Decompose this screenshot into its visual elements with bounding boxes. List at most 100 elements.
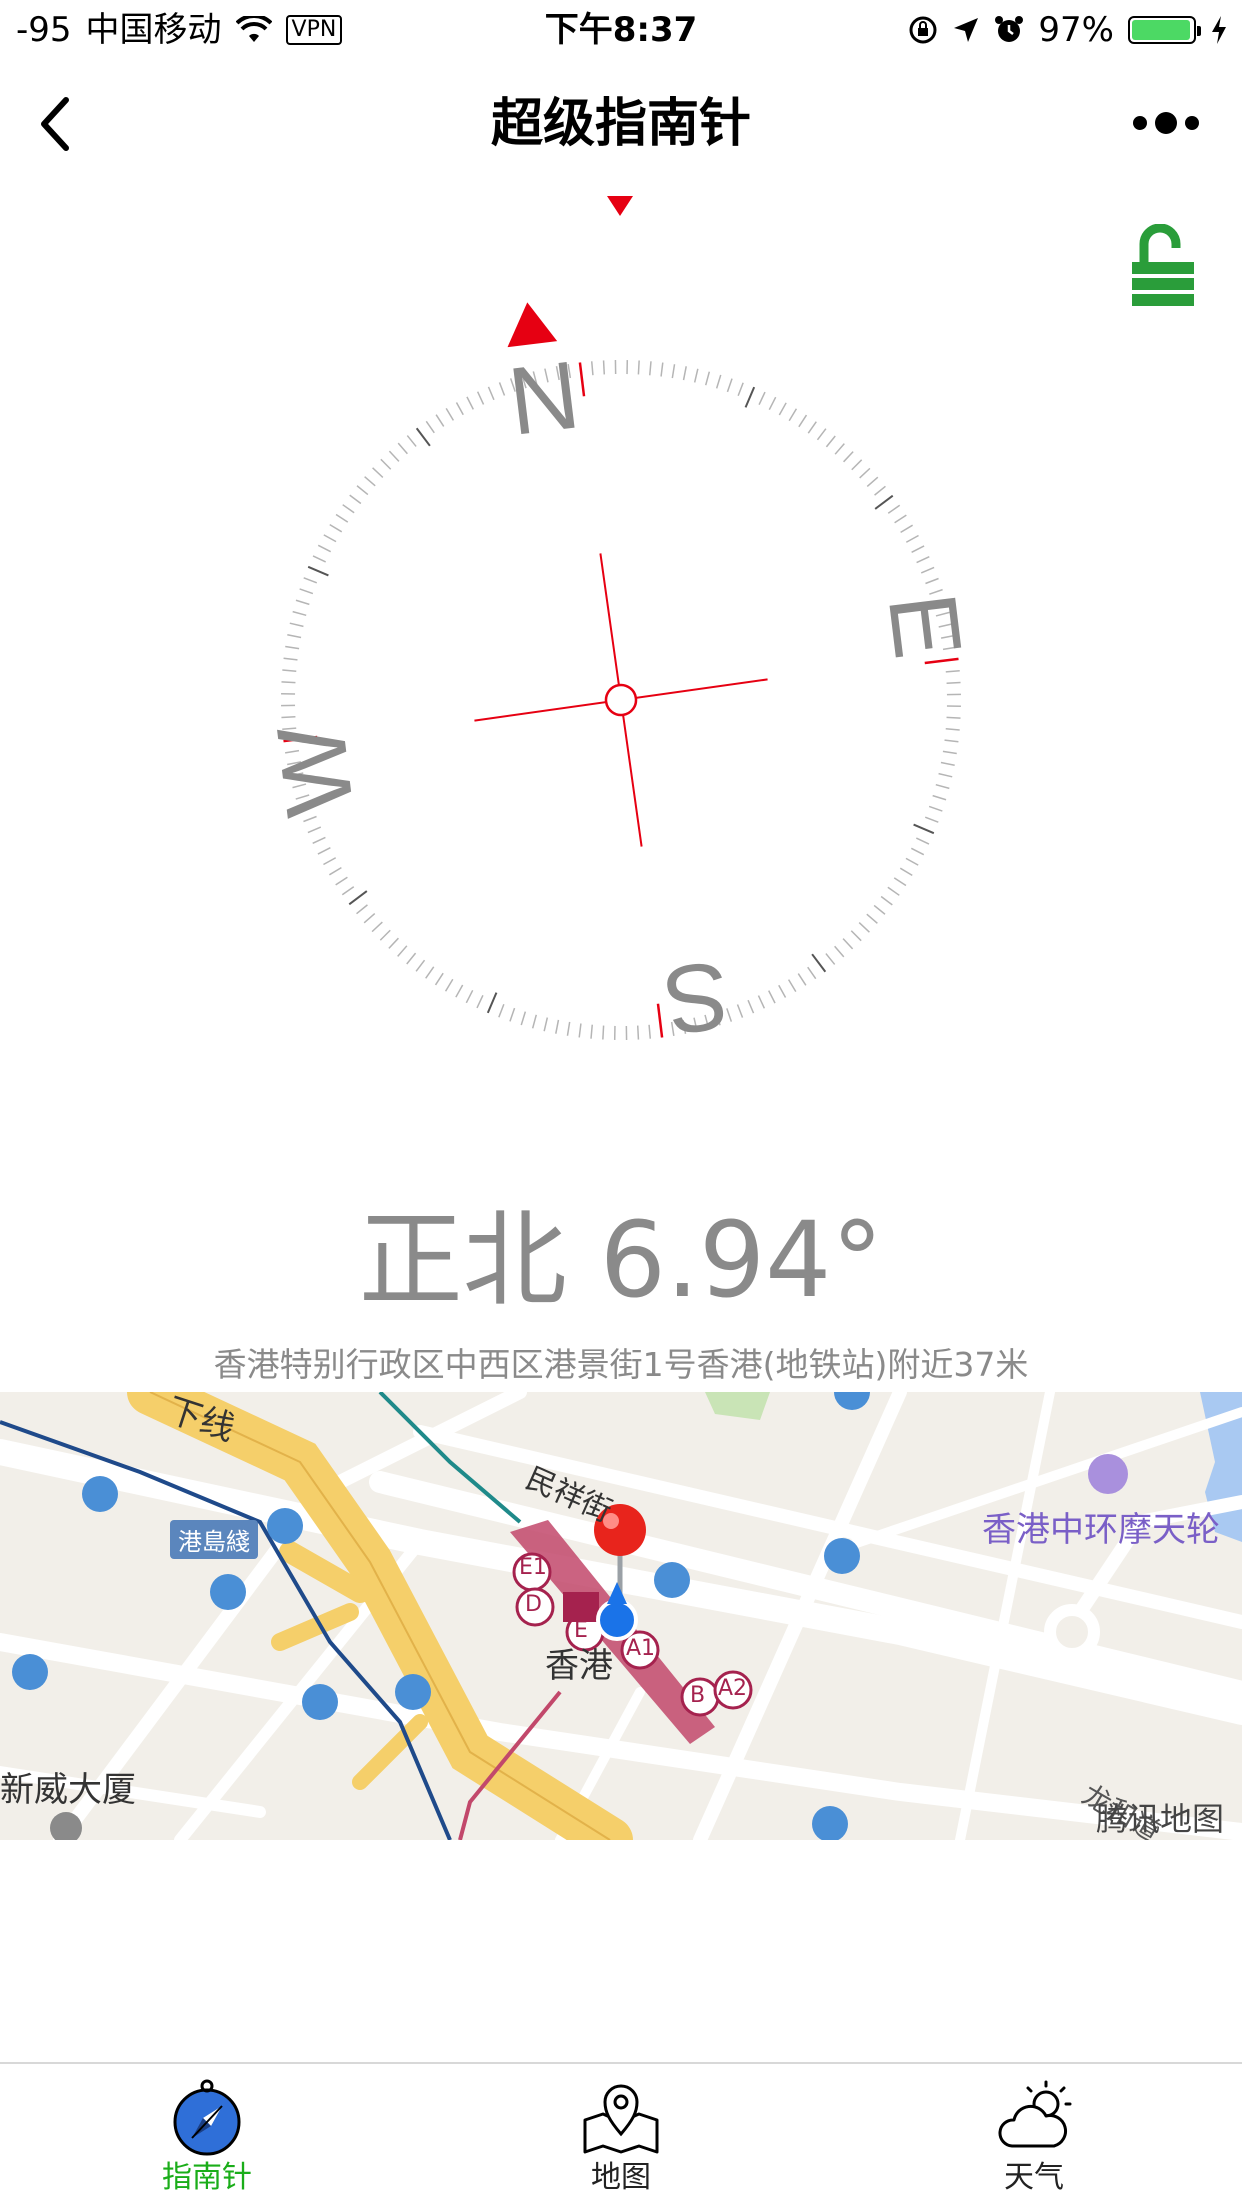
alarm-icon	[995, 16, 1024, 42]
minor-tick	[816, 428, 827, 441]
minor-tick	[798, 414, 808, 428]
minor-tick	[924, 816, 939, 823]
status-right: 97%	[908, 0, 1228, 60]
minor-tick	[737, 382, 744, 397]
minor-tick	[476, 994, 484, 1009]
weather-icon	[998, 2080, 1072, 2148]
minor-tick	[945, 669, 960, 673]
minor-tick	[415, 959, 426, 972]
minor-tick	[371, 921, 383, 933]
minor-tick	[916, 555, 930, 564]
minor-tick	[317, 544, 332, 553]
minor-tick	[842, 938, 854, 950]
map-label-poi: 香港中环摩天轮	[982, 1510, 1220, 1550]
minor-tick	[281, 692, 296, 695]
minor-tick	[435, 414, 445, 427]
minor-tick	[747, 999, 755, 1014]
minor-tick	[946, 716, 961, 719]
minor-tick	[911, 545, 925, 553]
major-tick	[348, 890, 368, 906]
minor-tick	[866, 476, 879, 487]
map-label-station: 香港	[545, 1646, 613, 1686]
minor-tick	[406, 435, 417, 447]
compass-area: N E S W	[0, 190, 1242, 1210]
map-exit-d: D	[525, 1592, 542, 1617]
minor-tick	[520, 1011, 527, 1026]
minor-tick	[636, 1025, 640, 1040]
major-tick	[744, 386, 756, 408]
nav-bar: 超级指南针	[0, 60, 1242, 188]
tab-weather[interactable]: 天气	[904, 2064, 1164, 2210]
minor-tick	[649, 361, 652, 376]
minor-tick	[807, 966, 817, 980]
orientation-lock-icon	[909, 16, 937, 44]
minor-tick	[531, 1014, 538, 1029]
minor-tick	[942, 750, 957, 755]
minor-tick	[850, 930, 862, 942]
map-canvas[interactable]	[0, 1392, 1242, 1840]
minor-tick	[498, 382, 506, 396]
more-dots-icon[interactable]	[1130, 110, 1202, 136]
minor-tick	[341, 886, 355, 896]
minor-tick	[335, 876, 348, 886]
minor-tick	[509, 1007, 516, 1022]
minor-tick	[946, 693, 961, 696]
minor-tick	[758, 391, 766, 406]
tab-compass[interactable]: 指南针	[77, 2064, 337, 2210]
battery-icon	[1128, 16, 1201, 44]
minor-tick	[859, 467, 871, 479]
minor-tick	[578, 1023, 582, 1038]
minor-tick	[920, 566, 935, 574]
charging-bolt-icon	[1212, 16, 1226, 44]
minor-tick	[899, 867, 913, 877]
minor-tick	[487, 386, 495, 401]
map-label-line: 港島綫	[170, 1520, 258, 1559]
battery-fill	[1132, 20, 1191, 40]
cardinal-tick	[924, 657, 959, 665]
minor-tick	[932, 794, 947, 801]
minor-tick	[614, 360, 617, 375]
minor-tick	[757, 995, 766, 1009]
minor-tick	[555, 1019, 560, 1034]
minor-tick	[787, 979, 797, 993]
minor-tick	[292, 610, 307, 617]
minor-tick	[388, 937, 399, 949]
compass-dial[interactable]: N E S W	[0, 190, 1242, 1210]
tab-map[interactable]: 地图	[491, 2064, 751, 2210]
minor-tick	[874, 485, 886, 496]
minor-tick	[281, 704, 296, 707]
major-tick	[874, 494, 894, 510]
minor-tick	[873, 904, 886, 915]
unlock-icon[interactable]	[1130, 224, 1196, 314]
minor-tick	[915, 837, 930, 845]
map-view[interactable]: 港島綫 下线 民祥街 香港 香港中环摩天轮 新威大厦 E1 D E A1 B A…	[0, 1392, 1242, 1840]
minor-tick	[726, 378, 733, 393]
heading-indicator-icon	[607, 196, 633, 216]
minor-tick	[425, 420, 435, 434]
map-copyright: 腾讯地图	[1096, 1800, 1225, 1838]
minor-tick	[283, 657, 298, 661]
cardinal-s: S	[658, 941, 734, 1055]
minor-tick	[281, 715, 296, 719]
minor-tick	[455, 402, 464, 416]
minor-tick	[295, 599, 310, 606]
minor-tick	[299, 588, 314, 595]
minor-tick	[944, 739, 959, 743]
minor-tick	[834, 443, 845, 455]
minor-tick	[778, 984, 787, 998]
minor-tick	[736, 1004, 744, 1018]
minor-tick	[323, 534, 337, 543]
minor-tick	[825, 435, 836, 448]
minor-tick	[445, 407, 455, 421]
minor-tick	[925, 577, 939, 585]
crosshair	[474, 553, 768, 847]
minor-tick	[768, 396, 777, 411]
minor-tick	[397, 945, 408, 957]
minor-tick	[788, 408, 798, 422]
minor-tick	[356, 485, 369, 496]
major-tick	[486, 992, 498, 1014]
cardinal-e: E	[868, 588, 982, 664]
minor-tick	[444, 978, 454, 992]
minor-tick	[566, 1021, 571, 1036]
battery-percent: 97%	[1038, 10, 1114, 50]
